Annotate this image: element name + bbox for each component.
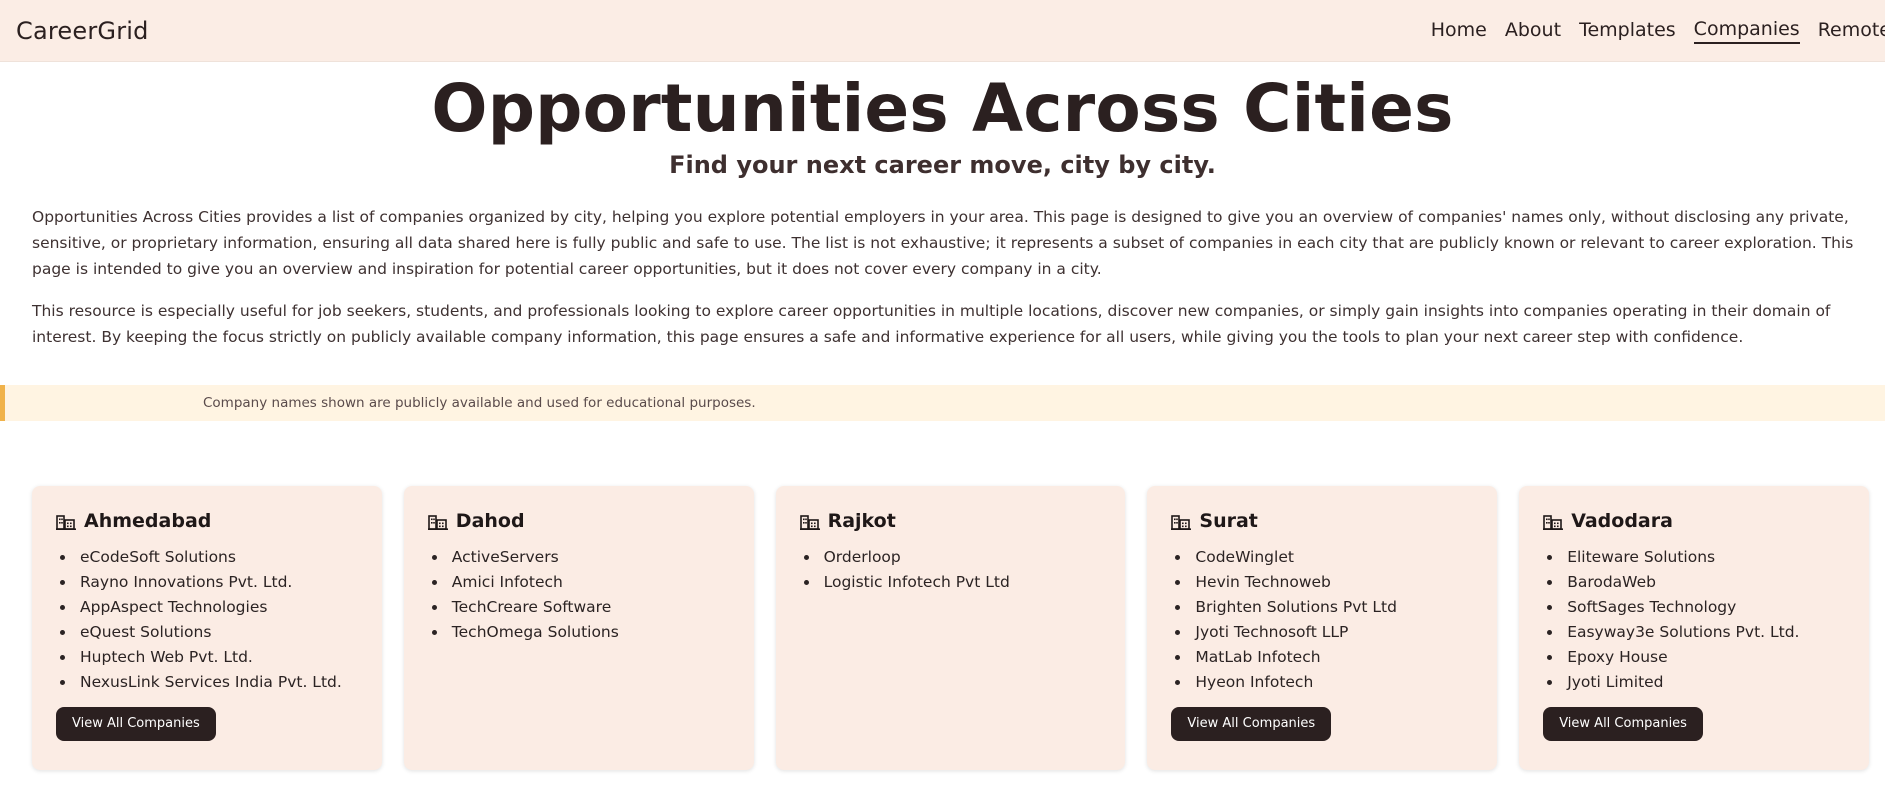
city-name: Rajkot — [827, 510, 896, 532]
company-list-item: SoftSages Technology — [1563, 595, 1845, 620]
company-list-item: eCodeSoft Solutions — [76, 545, 358, 570]
company-list-item: NexusLink Services India Pvt. Ltd. — [76, 670, 358, 695]
company-list-item: Orderloop — [820, 545, 1102, 570]
city-card-surat: Surat CodeWingletHevin TechnowebBrighten … — [1147, 486, 1498, 770]
company-list: ActiveServersAmici InfotechTechCreare So… — [428, 545, 730, 645]
view-all-companies-button[interactable]: View All Companies — [1543, 707, 1703, 741]
view-all-companies-button[interactable]: View All Companies — [1171, 707, 1332, 741]
view-all-companies-button[interactable]: View All Companies — [56, 707, 216, 741]
city-card-rajkot: Rajkot OrderloopLogistic Infotech Pvt Ltd — [775, 486, 1126, 770]
company-list-item: MatLab Infotech — [1191, 645, 1473, 670]
company-list-item: AppAspect Technologies — [76, 595, 358, 620]
main-nav: Home About Templates Companies Remote — [1431, 18, 1885, 44]
company-list-item: Easyway3e Solutions Pvt. Ltd. — [1563, 620, 1845, 645]
company-list-item: CodeWinglet — [1191, 545, 1473, 570]
company-list-item: Hevin Technoweb — [1191, 570, 1473, 595]
intro-paragraph-1: Opportunities Across Cities provides a l… — [32, 208, 1854, 278]
city-icon — [799, 513, 820, 530]
company-list: CodeWingletHevin TechnowebBrighten Solut… — [1171, 545, 1473, 695]
company-list-item: Hyeon Infotech — [1191, 670, 1473, 695]
nav-home[interactable]: Home — [1431, 19, 1487, 43]
city-card-vadodara: Vadodara Eliteware SolutionsBarodaWebSoft… — [1519, 486, 1869, 770]
city-card-title: Surat — [1171, 510, 1473, 532]
city-card-ahmedabad: Ahmedabad eCodeSoft SolutionsRayno Innova… — [32, 486, 382, 770]
nav-remote[interactable]: Remote — [1818, 19, 1885, 43]
city-card-title: Ahmedabad — [56, 510, 358, 532]
city-name: Ahmedabad — [84, 510, 212, 532]
company-list-item: Amici Infotech — [448, 570, 730, 595]
company-list-item: ActiveServers — [448, 545, 730, 570]
intro-paragraph-2: This resource is especially useful for j… — [32, 302, 1831, 346]
disclaimer-notice: Company names shown are publicly availab… — [0, 385, 1885, 421]
city-icon — [1171, 513, 1192, 530]
company-list: OrderloopLogistic Infotech Pvt Ltd — [800, 545, 1102, 595]
company-list-item: Epoxy House — [1563, 645, 1845, 670]
nav-companies[interactable]: Companies — [1693, 18, 1800, 44]
city-card-dahod: Dahod ActiveServersAmici InfotechTechCrea… — [403, 486, 754, 770]
page-title: Opportunities Across Cities — [431, 70, 1454, 147]
city-name: Dahod — [455, 510, 525, 532]
city-icon — [1543, 513, 1564, 530]
company-list-item: TechCreare Software — [448, 595, 730, 620]
company-list-item: eQuest Solutions — [76, 620, 358, 645]
hero-section: Opportunities Across Cities Find your ne… — [0, 70, 1885, 179]
city-name: Surat — [1199, 510, 1258, 532]
nav-templates[interactable]: Templates — [1579, 19, 1676, 43]
brand-logo[interactable]: CareerGrid — [16, 17, 149, 45]
company-list-item: Jyoti Technosoft LLP — [1191, 620, 1473, 645]
intro-section: Opportunities Across Cities provides a l… — [0, 204, 1885, 350]
city-icon — [427, 513, 448, 530]
company-list-item: Jyoti Limited — [1563, 670, 1845, 695]
company-list-item: Eliteware Solutions — [1563, 545, 1845, 570]
city-card-title: Dahod — [427, 510, 730, 532]
nav-about[interactable]: About — [1505, 19, 1561, 43]
company-list-item: BarodaWeb — [1563, 570, 1845, 595]
top-header: CareerGrid Home About Templates Companie… — [0, 0, 1885, 62]
company-list-item: Logistic Infotech Pvt Ltd — [820, 570, 1102, 595]
company-list-item: Huptech Web Pvt. Ltd. — [76, 645, 358, 670]
page-subtitle: Find your next career move, city by city… — [669, 151, 1216, 179]
city-card-title: Rajkot — [799, 510, 1102, 532]
company-list-item: Brighten Solutions Pvt Ltd — [1191, 595, 1473, 620]
company-list: Eliteware SolutionsBarodaWebSoftSages Te… — [1543, 545, 1845, 695]
city-icon — [56, 513, 76, 530]
city-card-title: Vadodara — [1543, 510, 1845, 532]
company-list: eCodeSoft SolutionsRayno Innovations Pvt… — [56, 545, 358, 695]
city-name: Vadodara — [1571, 510, 1673, 532]
company-list-item: Rayno Innovations Pvt. Ltd. — [76, 570, 358, 595]
city-cards: Ahmedabad eCodeSoft SolutionsRayno Innova… — [0, 486, 1885, 770]
company-list-item: TechOmega Solutions — [448, 620, 730, 645]
disclaimer-text: Company names shown are publicly availab… — [203, 395, 756, 411]
